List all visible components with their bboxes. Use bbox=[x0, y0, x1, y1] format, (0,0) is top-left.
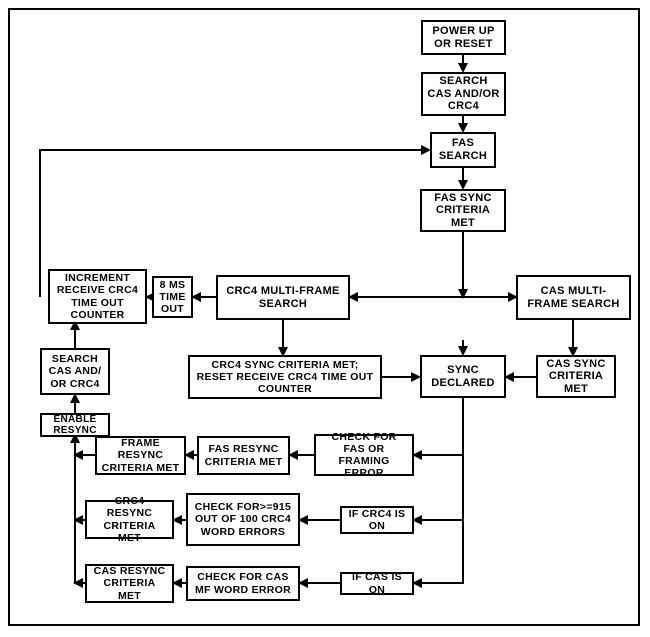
node-frame-resync-met: FRAME RESYNC CRITERIA MET bbox=[95, 436, 186, 475]
label: CHECK FOR>=915 OUT OF 100 CRC4 WORD ERRO… bbox=[192, 501, 294, 537]
node-sync-declared: SYNC DECLARED bbox=[420, 355, 506, 398]
node-fas-sync-met: FAS SYNC CRITERIA MET bbox=[420, 189, 506, 232]
node-increment-crc4-counter: INCREMENT RECEIVE CRC4 TIME OUT COUNTER bbox=[48, 269, 147, 324]
label: CRC4 RESYNC CRITERIA MET bbox=[91, 495, 168, 543]
node-check-cas-mf-error: CHECK FOR CAS MF WORD ERROR bbox=[186, 566, 300, 601]
node-if-cas-on: IF CAS IS ON bbox=[340, 572, 414, 595]
label: SYNC DECLARED bbox=[426, 364, 500, 389]
node-check-fas-error: CHECK FOR FAS OR FRAMING ERROR bbox=[314, 434, 414, 476]
node-power-up: POWER UP OR RESET bbox=[421, 20, 506, 55]
label: FRAME RESYNC CRITERIA MET bbox=[101, 437, 180, 473]
label: CRC4 MULTI-FRAME SEARCH bbox=[222, 285, 344, 310]
label: ENABLE RESYNC bbox=[46, 414, 104, 437]
label: SEARCH CAS AND/OR CRC4 bbox=[427, 75, 500, 113]
node-search-cas-crc4-2: SEARCH CAS AND/ OR CRC4 bbox=[40, 348, 110, 395]
label: FAS RESYNC CRITERIA MET bbox=[203, 443, 284, 467]
node-check-crc4-errors: CHECK FOR>=915 OUT OF 100 CRC4 WORD ERRO… bbox=[186, 493, 300, 546]
node-fas-resync-met: FAS RESYNC CRITERIA MET bbox=[197, 436, 290, 475]
node-cas-sync-met: CAS SYNC CRITERIA MET bbox=[536, 355, 616, 398]
node-crc4-multiframe-search: CRC4 MULTI-FRAME SEARCH bbox=[216, 275, 350, 320]
label: 8 MS TIME OUT bbox=[158, 279, 187, 315]
node-fas-search: FAS SEARCH bbox=[430, 132, 496, 168]
label: POWER UP OR RESET bbox=[427, 25, 500, 50]
label: IF CAS IS ON bbox=[346, 571, 408, 595]
label: INCREMENT RECEIVE CRC4 TIME OUT COUNTER bbox=[54, 272, 141, 320]
label: IF CRC4 IS ON bbox=[346, 508, 408, 532]
node-crc4-sync-met: CRC4 SYNC CRITERIA MET; RESET RECEIVE CR… bbox=[188, 355, 382, 399]
label: CAS SYNC CRITERIA MET bbox=[542, 358, 610, 396]
label: CHECK FOR FAS OR FRAMING ERROR bbox=[320, 431, 408, 479]
label: FAS SEARCH bbox=[436, 137, 490, 162]
node-search-cas-crc4: SEARCH CAS AND/OR CRC4 bbox=[421, 72, 506, 116]
node-cas-multiframe-search: CAS MULTI-FRAME SEARCH bbox=[516, 275, 631, 320]
node-crc4-resync-met: CRC4 RESYNC CRITERIA MET bbox=[85, 500, 174, 539]
label: CRC4 SYNC CRITERIA MET; RESET RECEIVE CR… bbox=[194, 359, 376, 395]
label: FAS SYNC CRITERIA MET bbox=[426, 192, 500, 230]
diagram-canvas: POWER UP OR RESET SEARCH CAS AND/OR CRC4… bbox=[0, 0, 650, 637]
label: CAS RESYNC CRITERIA MET bbox=[91, 565, 168, 601]
label: CAS MULTI-FRAME SEARCH bbox=[522, 285, 625, 310]
node-cas-resync-met: CAS RESYNC CRITERIA MET bbox=[85, 564, 174, 603]
label: SEARCH CAS AND/ OR CRC4 bbox=[46, 353, 104, 389]
node-8ms-timeout: 8 MS TIME OUT bbox=[152, 276, 193, 318]
node-enable-resync: ENABLE RESYNC bbox=[40, 413, 110, 437]
node-if-crc4-on: IF CRC4 IS ON bbox=[340, 506, 414, 534]
label: CHECK FOR CAS MF WORD ERROR bbox=[192, 571, 294, 595]
